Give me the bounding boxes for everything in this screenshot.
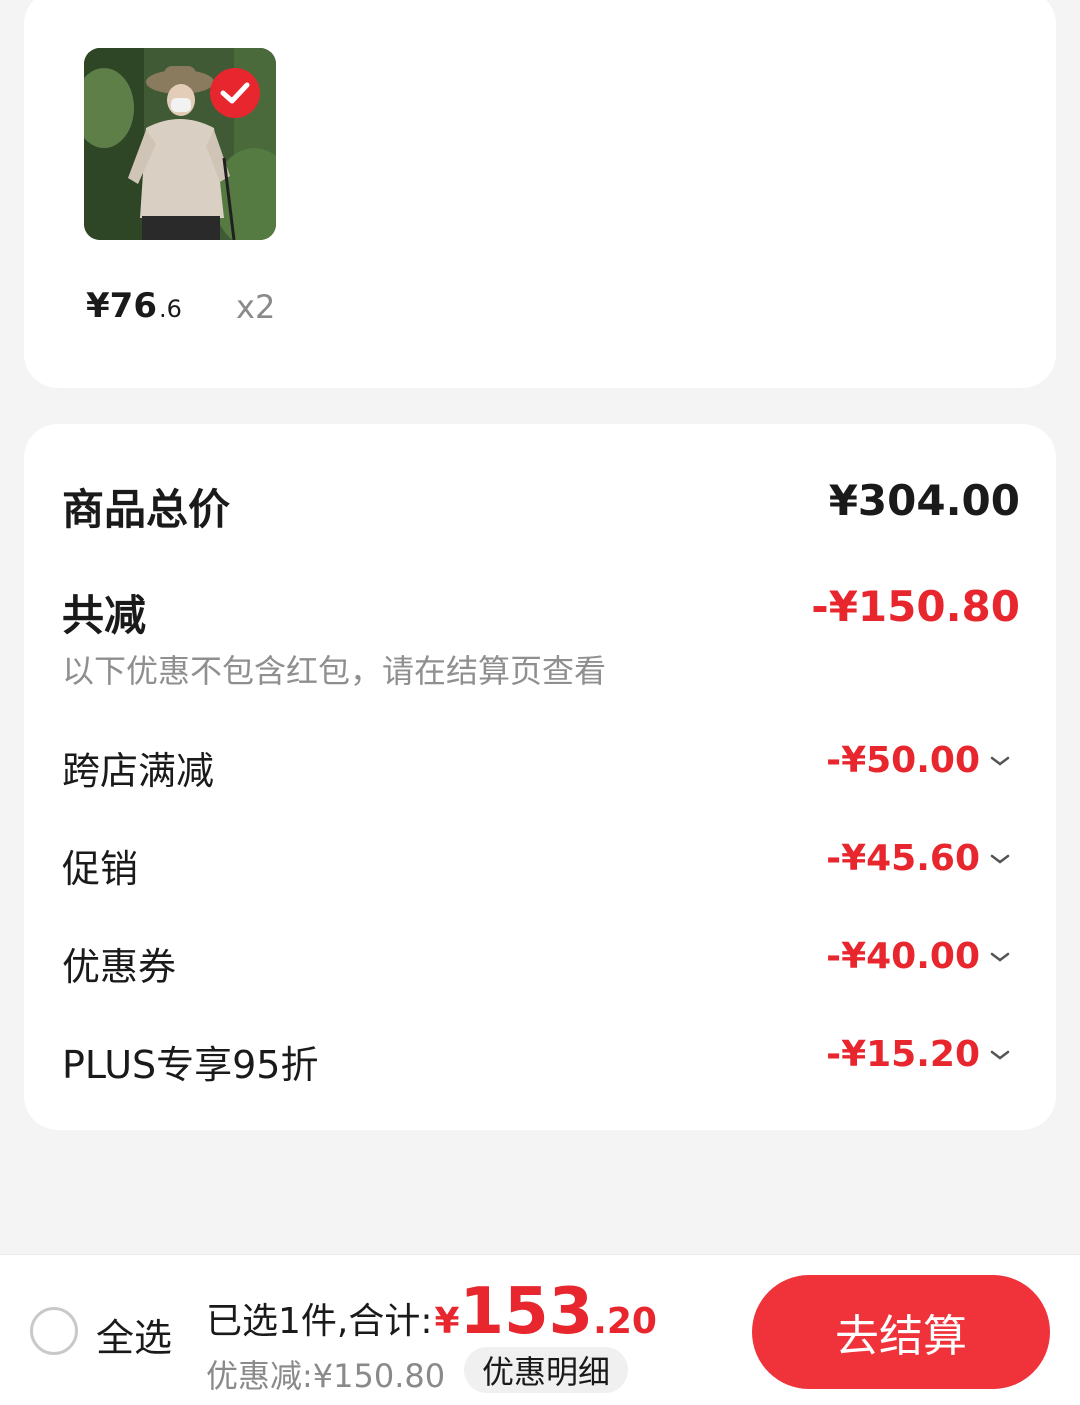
unit-price: ¥76 .6 — [86, 286, 182, 326]
total-reduction-value: -¥150.80 — [811, 582, 1020, 631]
total-currency: ¥ — [434, 1301, 460, 1342]
discount-amount: -¥40.00 — [826, 936, 980, 977]
checkout-bar: 全选 已选1件,合计: ¥ 153 .20 优惠减:¥150.80 优惠明细 去… — [0, 1254, 1080, 1405]
chevron-down-icon — [990, 952, 1010, 962]
discount-row-plus[interactable]: -¥15.20 — [826, 1034, 1010, 1075]
chevron-down-icon — [990, 1050, 1010, 1060]
discount-detail-button[interactable]: 优惠明细 — [464, 1347, 629, 1393]
selected-count-label: 已选1件,合计: — [206, 1301, 433, 1342]
goods-total-value: ¥304.00 — [828, 476, 1020, 525]
price-summary-card: 商品总价 ¥304.00 共减 -¥150.80 以下优惠不包含红包，请在结算页… — [24, 424, 1056, 1130]
total-decimal: .20 — [593, 1301, 657, 1342]
discount-label-promotion: 促销 — [62, 847, 139, 891]
discount-amount: -¥50.00 — [826, 740, 980, 781]
discount-row-cross-store[interactable]: -¥50.00 — [826, 740, 1010, 781]
select-all-label[interactable]: 全选 — [96, 1307, 172, 1362]
select-all-radio[interactable] — [30, 1307, 78, 1355]
quantity-label: x2 — [236, 288, 276, 326]
discount-label-plus: PLUS专享95折 — [62, 1043, 319, 1087]
discount-label-cross-store: 跨店满减 — [62, 749, 215, 793]
check-circle-icon[interactable] — [210, 68, 260, 118]
total-reduction-label: 共减 — [62, 591, 147, 640]
checkout-button[interactable]: 去结算 — [752, 1275, 1050, 1389]
product-thumbnail[interactable] — [84, 48, 276, 240]
discount-row-coupon[interactable]: -¥40.00 — [826, 936, 1010, 977]
chevron-down-icon — [990, 854, 1010, 864]
chevron-down-icon — [990, 756, 1010, 766]
discount-row-promotion[interactable]: -¥45.60 — [826, 838, 1010, 879]
unit-price-decimal: .6 — [158, 295, 182, 323]
unit-price-main: ¥76 — [86, 286, 157, 326]
saved-amount: 优惠减:¥150.80 — [206, 1357, 446, 1395]
selected-total: 已选1件,合计: ¥ 153 .20 — [206, 1275, 657, 1349]
goods-total-label: 商品总价 — [62, 485, 231, 534]
discount-label-coupon: 优惠券 — [62, 945, 177, 989]
discount-amount: -¥45.60 — [826, 838, 980, 879]
discount-hint: 以下优惠不包含红包，请在结算页查看 — [62, 652, 607, 690]
product-card: ¥76 .6 x2 — [24, 0, 1056, 388]
total-integer: 153 — [459, 1275, 594, 1349]
discount-amount: -¥15.20 — [826, 1034, 980, 1075]
